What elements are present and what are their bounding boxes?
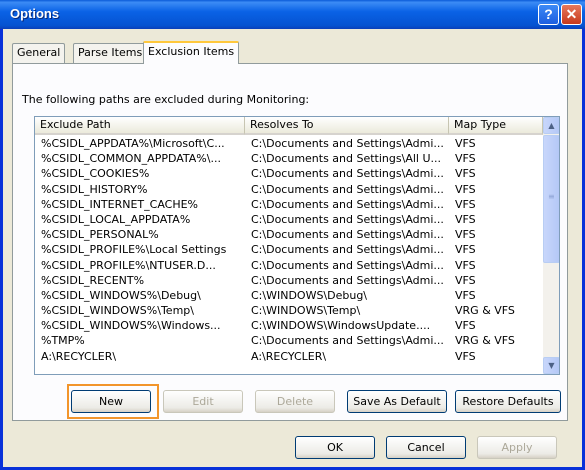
- vertical-scrollbar[interactable]: ▲ ≡ ▼: [543, 117, 559, 374]
- map-type-cell: VFS: [455, 258, 476, 272]
- exclusion-list[interactable]: Exclude Path Resolves To Map Type %CSIDL…: [34, 116, 560, 375]
- map-type-cell: VFS: [455, 319, 476, 333]
- map-type-cell: VFS: [455, 182, 476, 196]
- scroll-down-button[interactable]: ▼: [543, 357, 559, 374]
- map-type-cell: VFS: [455, 273, 476, 287]
- table-row[interactable]: %CSIDL_APPDATA%\Microsoft\C... C:\Documen…: [35, 136, 543, 151]
- help-button[interactable]: ?: [538, 4, 559, 25]
- tab-parse-items[interactable]: Parse Items: [73, 43, 148, 63]
- exclude-path-cell: %TMP%: [41, 334, 85, 348]
- table-row[interactable]: %CSIDL_PROFILE%\Local Settings C:\Documen…: [35, 242, 543, 257]
- table-row[interactable]: %CSIDL_WINDOWS%\Windows... C:\WINDOWS\Win…: [35, 318, 543, 333]
- list-rows: %CSIDL_APPDATA%\Microsoft\C... C:\Documen…: [35, 136, 543, 364]
- table-row[interactable]: %CSIDL_WINDOWS%\Debug\ C:\WINDOWS\Debug\ V…: [35, 288, 543, 303]
- map-type-cell: VFS: [455, 349, 476, 363]
- exclude-path-cell: %CSIDL_APPDATA%\Microsoft\C...: [41, 137, 225, 150]
- exclude-path-cell: %CSIDL_INTERNET_CACHE%: [41, 197, 199, 211]
- map-type-cell: VFS: [455, 288, 476, 302]
- table-row[interactable]: %CSIDL_COMMON_APPDATA%\... C:\Documents a…: [35, 151, 543, 166]
- grip-icon: ≡: [548, 192, 555, 201]
- resolves-to-cell: C:\Documents and Settings\Admi...: [251, 273, 444, 287]
- map-type-cell: VFS: [455, 243, 476, 257]
- table-row[interactable]: %CSIDL_HISTORY% C:\Documents and Settings…: [35, 182, 543, 197]
- resolves-to-cell: C:\Documents and Settings\Admi...: [251, 167, 444, 181]
- exclude-path-cell: %CSIDL_COMMON_APPDATA%\...: [41, 152, 221, 166]
- map-type-cell: VFS: [455, 167, 476, 181]
- table-row[interactable]: %CSIDL_INTERNET_CACHE% C:\Documents and S…: [35, 197, 543, 212]
- resolves-to-cell: C:\WINDOWS\Temp\: [251, 304, 361, 318]
- map-type-cell: VFS: [455, 152, 476, 166]
- resolves-to-cell: C:\WINDOWS\WindowsUpdate....: [251, 319, 431, 333]
- exclude-path-cell: %CSIDL_PERSONAL%: [41, 228, 159, 242]
- column-map-type[interactable]: Map Type: [449, 117, 543, 135]
- scroll-thumb[interactable]: ≡: [543, 135, 559, 263]
- save-as-default-button[interactable]: Save As Default: [347, 390, 447, 413]
- resolves-to-cell: C:\Documents and Settings\Admi...: [251, 228, 444, 242]
- ok-button[interactable]: OK: [295, 436, 375, 459]
- tab-general[interactable]: General: [12, 43, 66, 63]
- table-row[interactable]: A:\RECYCLER\ A:\RECYCLER\ VFS: [35, 349, 543, 364]
- exclude-path-cell: %CSIDL_RECENT%: [41, 273, 145, 287]
- table-row[interactable]: %CSIDL_COOKIES% C:\Documents and Settings…: [35, 166, 543, 181]
- resolves-to-cell: C:\Documents and Settings\Admi...: [251, 243, 444, 257]
- exclude-path-cell: A:\RECYCLER\: [41, 349, 117, 363]
- list-header: Exclude Path Resolves To Map Type: [35, 117, 543, 135]
- resolves-to-cell: C:\Documents and Settings\Admi...: [251, 137, 444, 150]
- arrow-down-icon: ▼: [548, 361, 555, 370]
- resolves-to-cell: C:\Documents and Settings\All U...: [251, 152, 441, 166]
- resolves-to-cell: C:\Documents and Settings\Admi...: [251, 258, 444, 272]
- resolves-to-cell: C:\Documents and Settings\Admi...: [251, 212, 444, 226]
- exclude-path-cell: %CSIDL_COOKIES%: [41, 167, 150, 181]
- resolves-to-cell: C:\Documents and Settings\Admi...: [251, 197, 444, 211]
- resolves-to-cell: C:\Documents and Settings\Admi...: [251, 182, 444, 196]
- exclusion-description: The following paths are excluded during …: [22, 93, 310, 106]
- exclude-path-cell: %CSIDL_PROFILE%\NTUSER.D...: [41, 258, 216, 272]
- exclude-path-cell: %CSIDL_WINDOWS%\Temp\: [41, 304, 194, 318]
- restore-defaults-button[interactable]: Restore Defaults: [455, 390, 561, 413]
- map-type-cell: VFS: [455, 212, 476, 226]
- map-type-cell: VRG & VFS: [455, 334, 515, 348]
- edit-button[interactable]: Edit: [163, 390, 243, 413]
- map-type-cell: VFS: [455, 197, 476, 211]
- table-row[interactable]: %CSIDL_RECENT% C:\Documents and Settings\…: [35, 273, 543, 288]
- map-type-cell: VRG & VFS: [455, 304, 515, 318]
- table-row[interactable]: %CSIDL_PROFILE%\NTUSER.D... C:\Documents …: [35, 258, 543, 273]
- table-row[interactable]: %CSIDL_WINDOWS%\Temp\ C:\WINDOWS\Temp\ VRG…: [35, 303, 543, 318]
- exclude-path-cell: %CSIDL_HISTORY%: [41, 182, 148, 196]
- column-exclude-path[interactable]: Exclude Path: [35, 117, 245, 135]
- exclude-path-cell: %CSIDL_LOCAL_APPDATA%: [41, 212, 191, 226]
- resolves-to-cell: C:\WINDOWS\Debug\: [251, 288, 368, 302]
- tab-exclusion-items[interactable]: Exclusion Items: [143, 41, 240, 64]
- apply-button[interactable]: Apply: [477, 436, 557, 459]
- scroll-up-button[interactable]: ▲: [543, 117, 559, 134]
- close-button[interactable]: ✕: [561, 4, 582, 25]
- map-type-cell: VFS: [455, 228, 476, 242]
- map-type-cell: VFS: [455, 137, 476, 150]
- cancel-button[interactable]: Cancel: [386, 436, 466, 459]
- table-row[interactable]: %CSIDL_LOCAL_APPDATA% C:\Documents and Se…: [35, 212, 543, 227]
- exclude-path-cell: %CSIDL_WINDOWS%\Windows...: [41, 319, 221, 333]
- delete-button[interactable]: Delete: [255, 390, 335, 413]
- arrow-up-icon: ▲: [548, 121, 555, 130]
- column-resolves-to[interactable]: Resolves To: [245, 117, 449, 135]
- window-title: Options: [10, 6, 60, 21]
- resolves-to-cell: C:\Documents and Settings\Admi...: [251, 334, 444, 348]
- exclude-path-cell: %CSIDL_WINDOWS%\Debug\: [41, 288, 201, 302]
- table-row[interactable]: %TMP% C:\Documents and Settings\Admi... VR…: [35, 333, 543, 348]
- exclude-path-cell: %CSIDL_PROFILE%\Local Settings: [41, 243, 227, 257]
- new-button[interactable]: New: [71, 390, 151, 413]
- title-bar[interactable]: Options ? ✕: [0, 0, 585, 29]
- resolves-to-cell: A:\RECYCLER\: [251, 349, 327, 363]
- table-row[interactable]: %CSIDL_PERSONAL% C:\Documents and Setting…: [35, 227, 543, 242]
